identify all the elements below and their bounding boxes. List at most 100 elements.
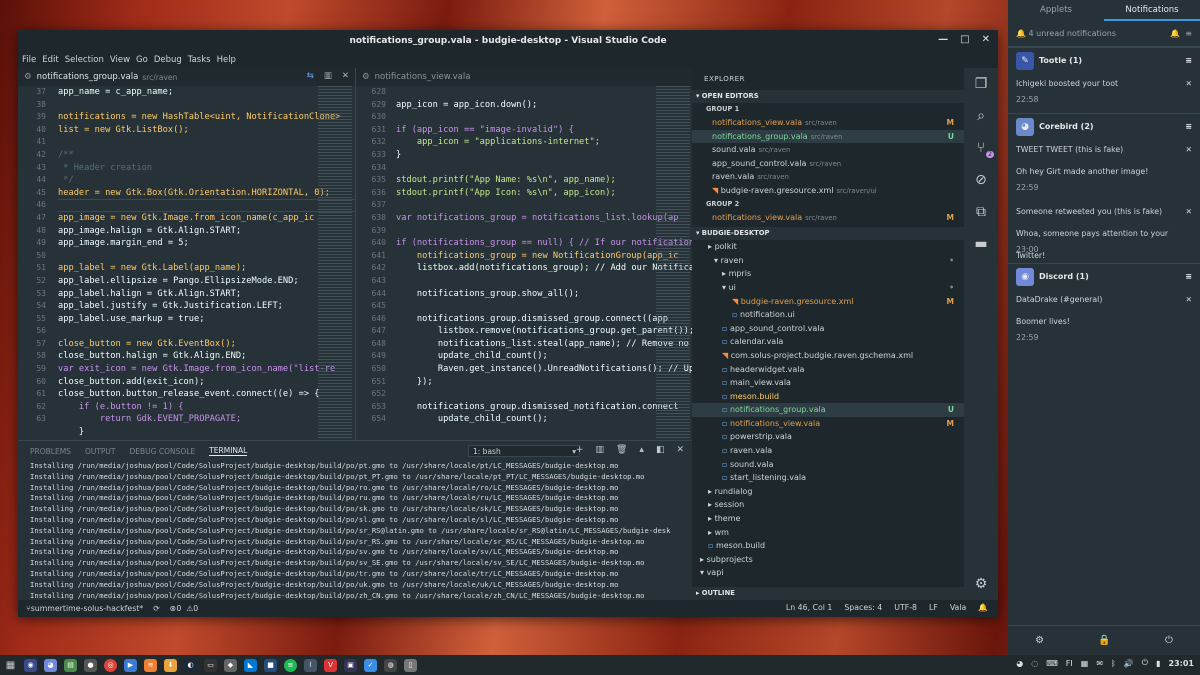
tab-problems[interactable]: PROBLEMS [30,447,71,456]
rss-icon[interactable]: ≋ [144,658,157,672]
file-item[interactable]: ▫ headerwidget.vala [692,363,964,377]
language-mode[interactable]: Vala [950,603,966,612]
menu-edit[interactable]: Edit [42,55,58,65]
file-item[interactable]: ▫ main_view.vala [692,376,964,390]
power-tray-icon[interactable]: ⏻ [1142,658,1148,668]
close-panel-icon[interactable]: ✕ [676,445,684,455]
tab-notifications[interactable]: Notifications [1104,0,1200,21]
file-item[interactable]: ▫ meson.build [692,539,964,553]
terminal[interactable]: Installing /run/media/joshua/pool/Code/S… [18,461,692,617]
vivaldi-icon[interactable]: V [324,658,337,672]
code-body-right[interactable]: 628 629 630 631 632 633 634 635 636 637 638 639 640 6… [356,86,692,440]
clear-all-icon[interactable]: ≡ [1185,29,1192,38]
tray-icon-1[interactable]: ▦ [1081,659,1089,668]
folder-item[interactable]: ▾ ui • [692,281,964,295]
notification-group-header[interactable]: ✎ Tootle (1) ≡ [1008,47,1200,73]
file-item[interactable]: notifications_view.vala src/raven M [692,211,964,225]
folder-item[interactable]: ▸ theme [692,512,964,526]
search-icon[interactable]: ⌕ [964,100,998,132]
encoding[interactable]: UTF-8 [894,603,917,612]
warning-count[interactable]: 0 [193,604,198,613]
folder-item[interactable]: ▸ mpris [692,267,964,281]
indentation[interactable]: Spaces: 4 [844,603,882,612]
app-icon-sheet[interactable]: ▤ [64,658,77,672]
extensions-icon[interactable]: ⧉ [964,196,998,228]
file-item[interactable]: ▫ start_listening.vala [692,471,964,485]
file-item[interactable]: ◥ com.solus-project.budgie.raven.gschema… [692,349,964,363]
check-icon[interactable]: ✓ [364,658,377,672]
download-icon[interactable]: ⬇ [164,658,177,672]
file-item[interactable]: sound.vala src/raven [692,143,964,157]
close-notification-icon[interactable]: ✕ [1185,73,1192,95]
file-item[interactable]: ▫ sound.vala [692,458,964,472]
maximize-icon[interactable]: □ [960,34,969,45]
tab-debug-console[interactable]: DEBUG CONSOLE [130,447,196,456]
bell-icon[interactable]: 🔔 [978,603,988,612]
close-notification-icon[interactable]: ✕ [1185,201,1192,223]
outline-header[interactable]: ▸ OUTLINE [692,587,964,600]
file-item[interactable]: notifications_view.vala src/raven M [692,116,964,130]
menu-go[interactable]: Go [136,55,148,65]
trash-icon[interactable]: 🗑 [616,445,627,455]
error-count[interactable]: 0 [176,604,181,613]
app-icon-blue[interactable]: ▣ [344,658,357,672]
video-icon[interactable]: ▶ [124,658,137,672]
minimize-icon[interactable]: — [938,34,948,45]
split-terminal-icon[interactable]: ▥ [595,445,604,455]
app-icon-doc[interactable]: ▯ [404,658,417,672]
notification-group-header[interactable]: ◉ Discord (1) ≡ [1008,263,1200,289]
do-not-disturb-icon[interactable]: 🔔 [1170,29,1180,38]
terminal-icon[interactable]: ▭ [204,658,217,672]
file-item[interactable]: ▫ notification.ui [692,308,964,322]
dismiss-group-icon[interactable]: ≡ [1185,272,1192,281]
clock[interactable]: 23:01 [1169,659,1194,668]
close-notification-icon[interactable]: ✕ [1185,139,1192,161]
panel-layout-icon[interactable]: ◧ [656,445,665,455]
folder-item[interactable]: ▸ subprojects [692,553,964,567]
minimap[interactable] [318,86,352,440]
tab-applets[interactable]: Applets [1008,0,1104,21]
folder-item[interactable]: ▸ rundialog [692,485,964,499]
graph-icon[interactable]: ⌇ [304,658,317,672]
drive-icon[interactable]: ◆ [224,658,237,672]
chat-icon[interactable]: ◌ [1031,659,1038,668]
app-icon-gray[interactable]: ◍ [384,658,397,672]
file-item[interactable]: ▫ notifications_group.vala U [692,403,964,417]
file-item[interactable]: ▫ powerstrip.vala [692,430,964,444]
menu-view[interactable]: View [110,55,130,65]
folder-item[interactable]: ▾ raven • [692,254,964,268]
file-item[interactable]: ▫ app_sound_control.vala [692,322,964,336]
steam-icon[interactable]: ◐ [184,658,197,672]
editor-tab-2[interactable]: ⚙ notifications_view.vala [356,68,692,86]
folder-item[interactable]: ▾ vapi [692,566,964,580]
lock-icon[interactable]: 🔒 [1098,635,1110,646]
sync-icon[interactable]: ⟳ [153,604,160,613]
project-header[interactable]: ▾ BUDGIE-DESKTOP [692,227,964,241]
app-icon-bubble[interactable]: ● [84,658,97,672]
close-notification-icon[interactable]: ✕ [1185,289,1192,311]
power-icon[interactable]: ⏻ [1165,635,1173,646]
settings-gear-icon[interactable]: ⚙ [964,568,998,600]
file-item[interactable]: ▫ meson.build [692,390,964,404]
dismiss-group-icon[interactable]: ≡ [1185,56,1192,65]
file-item[interactable]: ◥ budgie-raven.gresource.xml src/raven/ui [692,184,964,198]
app-icon-discord[interactable]: ◕ [44,658,57,672]
menu-debug[interactable]: Debug [154,55,182,65]
maximize-panel-icon[interactable]: ▴ [639,445,644,455]
terminal-select[interactable]: 1: bash ▾ [468,445,580,457]
keyboard-icon[interactable]: ⌨ [1046,659,1058,668]
open-editors-header[interactable]: ▾ OPEN EDITORS [692,90,964,103]
notification-group-header[interactable]: ◕ Corebird (2) ≡ [1008,113,1200,139]
menu-help[interactable]: Help [217,55,236,65]
open-changes-icon[interactable]: ⇆ [307,71,314,81]
file-item[interactable]: ▫ calendar.vala [692,335,964,349]
discord-tray-icon[interactable]: ◕ [1016,659,1023,668]
app-menu-icon[interactable]: ▦ [4,659,17,672]
file-item[interactable]: raven.vala src/raven [692,170,964,184]
menu-tasks[interactable]: Tasks [188,55,211,65]
app-icon-tootle[interactable]: ◉ [24,658,37,672]
notification-icon[interactable]: ✉ [1096,659,1103,668]
dismiss-group-icon[interactable]: ≡ [1185,122,1192,131]
folder-item[interactable]: ▸ polkit [692,240,964,254]
chrome-icon[interactable]: ◎ [104,658,117,672]
